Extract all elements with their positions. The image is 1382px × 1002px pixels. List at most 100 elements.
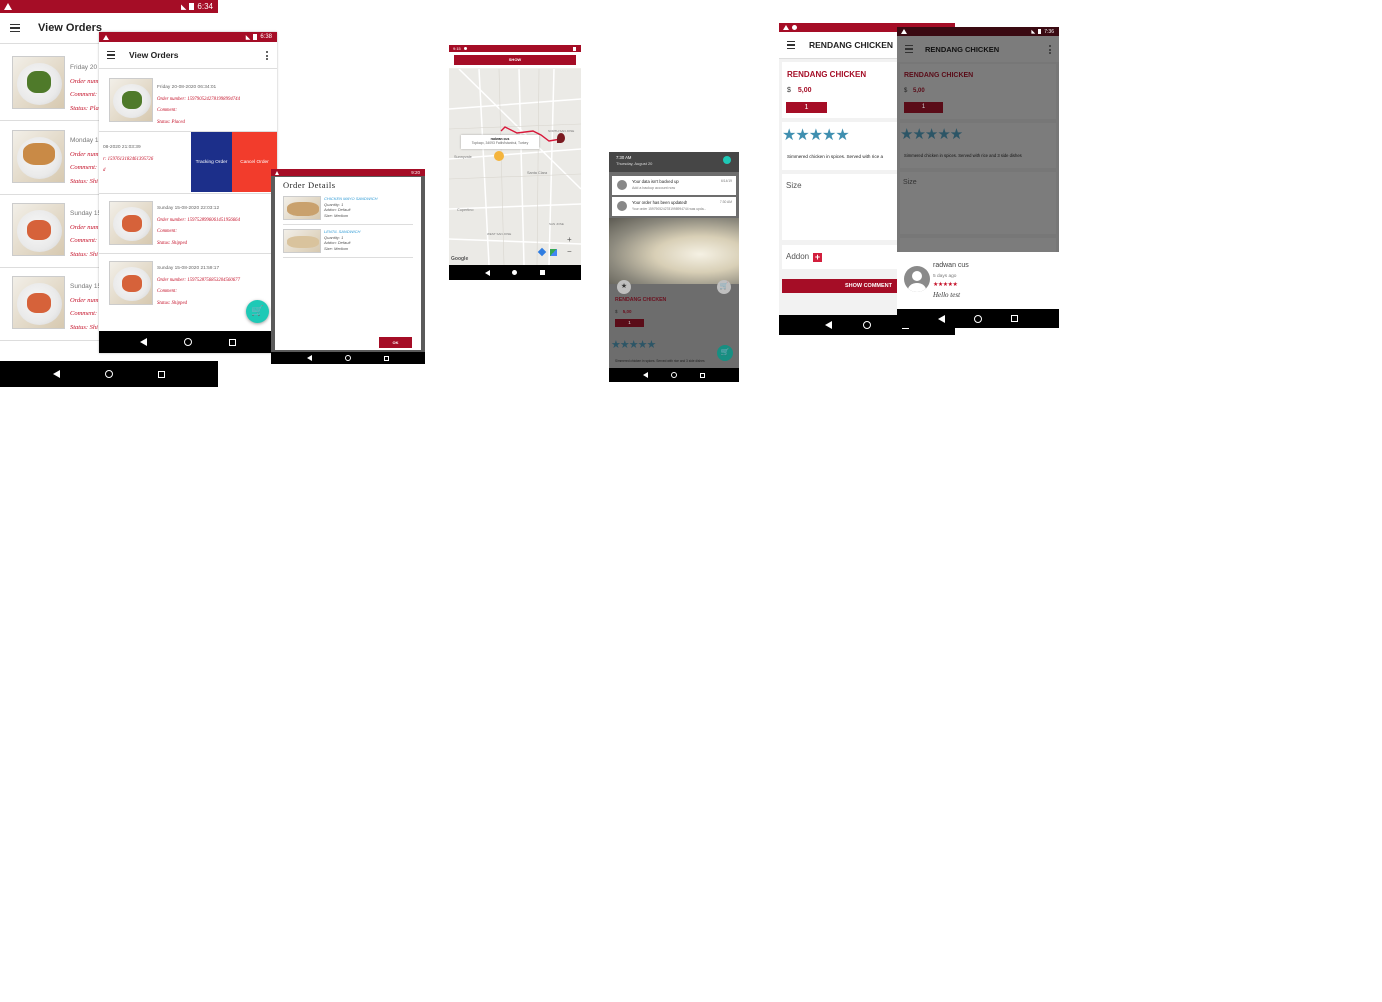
order-number: Order num — [70, 223, 99, 231]
screen-map: 9:15 SHOW Sunnyvale Santa Clara Cupertin… — [449, 45, 581, 280]
home-icon[interactable] — [862, 321, 871, 329]
map-view[interactable]: Sunnyvale Santa Clara Cupertino NORTH SA… — [449, 69, 581, 265]
map-label: WEST SAN JOSE — [487, 232, 512, 236]
shade-time: 7:30 AM — [616, 155, 632, 160]
marker-address: Topkapı, 34093 Fatih/İstanbul, Turkey — [471, 141, 529, 145]
table-row[interactable]: Sunday 15 Order num Comment: Status: Shi — [70, 280, 101, 334]
show-comment-label: SHOW COMMENT — [844, 283, 892, 289]
rating-stars[interactable]: ★★★★★ — [900, 125, 963, 143]
order-thumbnail[interactable] — [12, 130, 65, 183]
maps-icon[interactable] — [550, 249, 557, 256]
table-row[interactable]: Monday 1 Order num Comment: Status: Shi — [70, 134, 99, 188]
page-title: RENDANG CHICKEN — [809, 40, 894, 50]
back-icon[interactable] — [307, 355, 313, 361]
zoom-in-button[interactable]: + — [567, 235, 572, 244]
cancel-order-label: Cancel Order — [240, 159, 269, 165]
recents-icon[interactable] — [158, 370, 166, 378]
menu-icon[interactable] — [10, 23, 20, 33]
divider — [283, 257, 413, 258]
order-thumbnail[interactable] — [12, 56, 65, 109]
back-icon[interactable] — [52, 370, 60, 378]
home-icon[interactable] — [670, 372, 677, 378]
table-row[interactable]: Sunday 15-08-2020 22:03:12 Order number:… — [157, 203, 240, 249]
notification-order[interactable]: Your order has been updated! Your order … — [612, 197, 736, 216]
order-thumbnail[interactable] — [109, 78, 153, 122]
table-row[interactable]: Friday 20 Order num Comment: Status: Pla… — [70, 61, 102, 115]
screen-order-details: 9:20 Order Details CHICKEN MAYO SANDWICH… — [271, 169, 425, 364]
back-icon[interactable] — [824, 321, 832, 329]
ok-button[interactable]: OK — [379, 337, 412, 348]
order-date: Sunday 15-08-2020 21:59:17 — [157, 266, 220, 271]
back-icon[interactable] — [642, 372, 648, 378]
menu-icon[interactable] — [787, 40, 795, 50]
comment-rating-stars: ★★★★★ — [933, 282, 958, 288]
more-icon[interactable] — [266, 51, 268, 60]
table-row[interactable]: Friday 20-08-2020 06:34:01 Order number:… — [157, 82, 240, 128]
table-row[interactable]: Sunday 15 Order num Comment: Status: Shi — [70, 207, 101, 261]
notification-dot-icon — [792, 25, 797, 30]
item-name: LENTIL SANDWICH — [324, 229, 361, 234]
show-button[interactable]: SHOW — [454, 55, 576, 65]
alert-icon — [901, 29, 907, 34]
quantity-button[interactable]: 1 — [904, 102, 943, 113]
back-icon[interactable] — [485, 269, 491, 276]
zoom-out-button[interactable]: − — [567, 247, 572, 256]
shipper-marker-icon[interactable] — [494, 151, 504, 161]
price-row: $ 5,00 — [615, 309, 632, 314]
marker-info-window[interactable]: radwan cus Topkapı, 34093 Fatih/İstanbul… — [461, 135, 539, 149]
size-label: Size — [786, 181, 802, 190]
home-icon[interactable] — [512, 270, 518, 275]
addon-label: Addon — [786, 252, 810, 261]
home-icon[interactable] — [183, 338, 192, 346]
back-icon[interactable] — [937, 314, 945, 323]
tracking-order-button[interactable]: Tracking Order — [191, 132, 232, 192]
battery-icon — [189, 3, 195, 10]
rating-stars[interactable]: ★★★★★ — [611, 338, 656, 351]
recents-icon[interactable] — [229, 338, 237, 346]
back-icon[interactable] — [139, 338, 147, 346]
more-icon[interactable] — [1049, 45, 1051, 54]
nav-bar — [271, 352, 425, 364]
status-time: 6:38 — [260, 34, 272, 40]
order-thumbnail[interactable] — [12, 276, 65, 329]
add-addon-icon[interactable]: + — [813, 253, 822, 262]
menu-icon[interactable] — [107, 50, 115, 60]
recents-icon[interactable] — [700, 372, 706, 378]
notification-shade: 7:30 AM Thursday, August 20 — [609, 152, 739, 172]
notification-backup[interactable]: Your data isn't backed up Add a backup a… — [612, 176, 736, 195]
home-icon[interactable] — [973, 314, 982, 323]
rating-card: ★★★★★ Simmered chicken in spices. Served… — [900, 123, 1056, 168]
destination-marker-icon[interactable] — [557, 133, 565, 143]
order-number: Order num — [70, 150, 99, 158]
signal-icon: ◣ — [181, 3, 187, 11]
menu-icon[interactable] — [905, 44, 913, 54]
order-thumbnail[interactable] — [109, 261, 153, 305]
currency-symbol: $ — [787, 87, 791, 94]
gear-icon — [463, 47, 467, 50]
status-time: 9:20 — [411, 170, 420, 175]
order-thumbnail[interactable] — [12, 203, 65, 256]
cart-fab[interactable]: 🛒 — [717, 345, 733, 361]
quantity-button[interactable]: 1 — [786, 102, 827, 113]
table-row[interactable]: Sunday 15-08-2020 21:59:17 Order number:… — [157, 263, 240, 309]
order-thumbnail[interactable] — [109, 201, 153, 245]
swiped-row[interactable]: 08-2020 21:03:39 r: 1597613182461395726 … — [99, 132, 277, 192]
home-icon[interactable] — [344, 355, 351, 361]
recents-icon[interactable] — [1011, 315, 1019, 322]
cart-icon[interactable]: 🛒 — [717, 280, 731, 294]
account-icon[interactable] — [723, 156, 731, 164]
recents-icon[interactable] — [539, 270, 545, 275]
favorite-icon[interactable]: ★ — [617, 280, 631, 294]
item-thumbnail — [283, 196, 321, 220]
cart-fab[interactable]: 🛒 — [246, 300, 269, 323]
alert-icon — [4, 3, 12, 10]
rating-stars[interactable]: ★★★★★ — [782, 125, 850, 145]
screen-view-orders-2: ◣ 6:38 View Orders Friday 20-08-2020 06:3… — [99, 32, 277, 353]
map-roads — [449, 69, 581, 265]
order-date: Friday 20-08-2020 06:34:01 — [157, 85, 217, 90]
order-date: Friday 20 — [70, 64, 98, 71]
home-icon[interactable] — [104, 370, 113, 378]
status-time: 6:34 — [197, 2, 213, 11]
recents-icon[interactable] — [383, 355, 389, 361]
quantity-button[interactable]: 1 — [615, 319, 644, 327]
